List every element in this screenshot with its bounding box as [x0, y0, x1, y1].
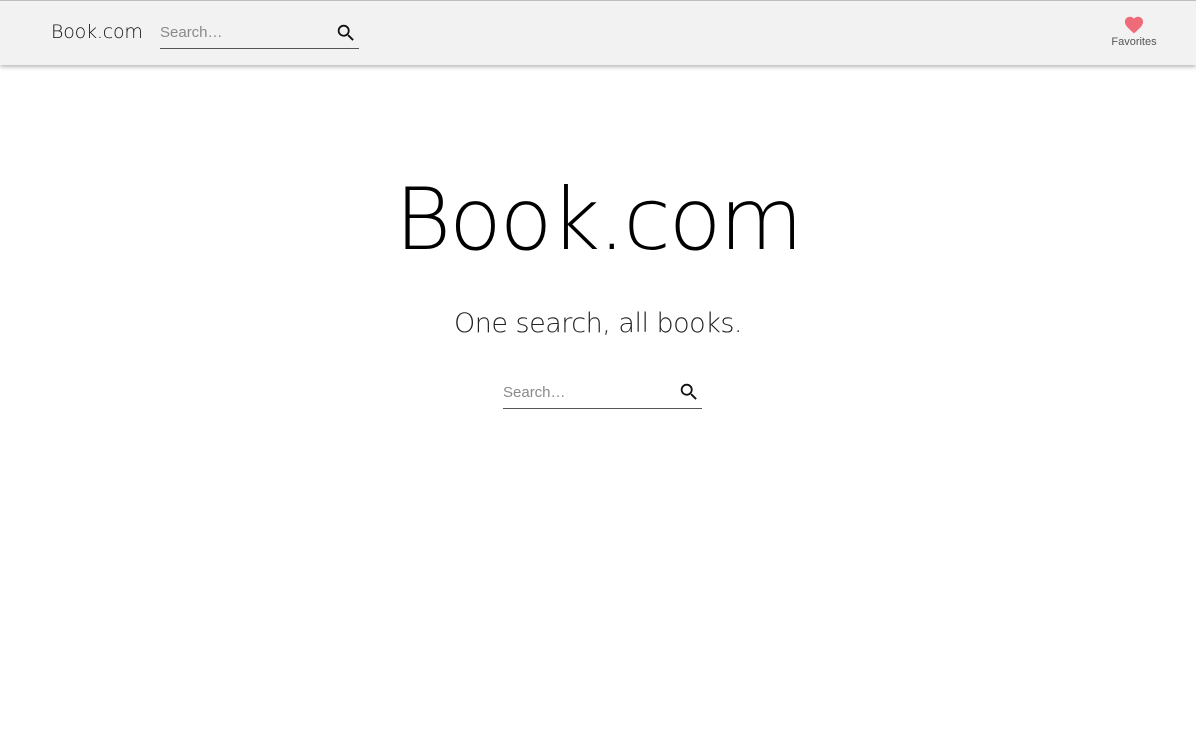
heart-icon [1124, 16, 1144, 34]
page: Book.com Favorites Book.com One search, … [0, 0, 1196, 746]
search-icon[interactable] [335, 22, 357, 44]
favorites-label: Favorites [1111, 36, 1157, 48]
favorites-button[interactable]: Favorites [1100, 14, 1168, 56]
hero-title: Book.com [394, 170, 803, 270]
brand-logo-link[interactable]: Book.com [51, 21, 143, 43]
main-search-form [503, 376, 702, 409]
main-search-input[interactable] [503, 376, 673, 408]
hero-tagline: One search, all books. [453, 308, 743, 339]
top-navigation-bar: Book.com Favorites [0, 0, 1196, 65]
header-search-input[interactable] [160, 17, 330, 48]
search-icon[interactable] [678, 381, 700, 403]
header-search-form [160, 17, 359, 49]
